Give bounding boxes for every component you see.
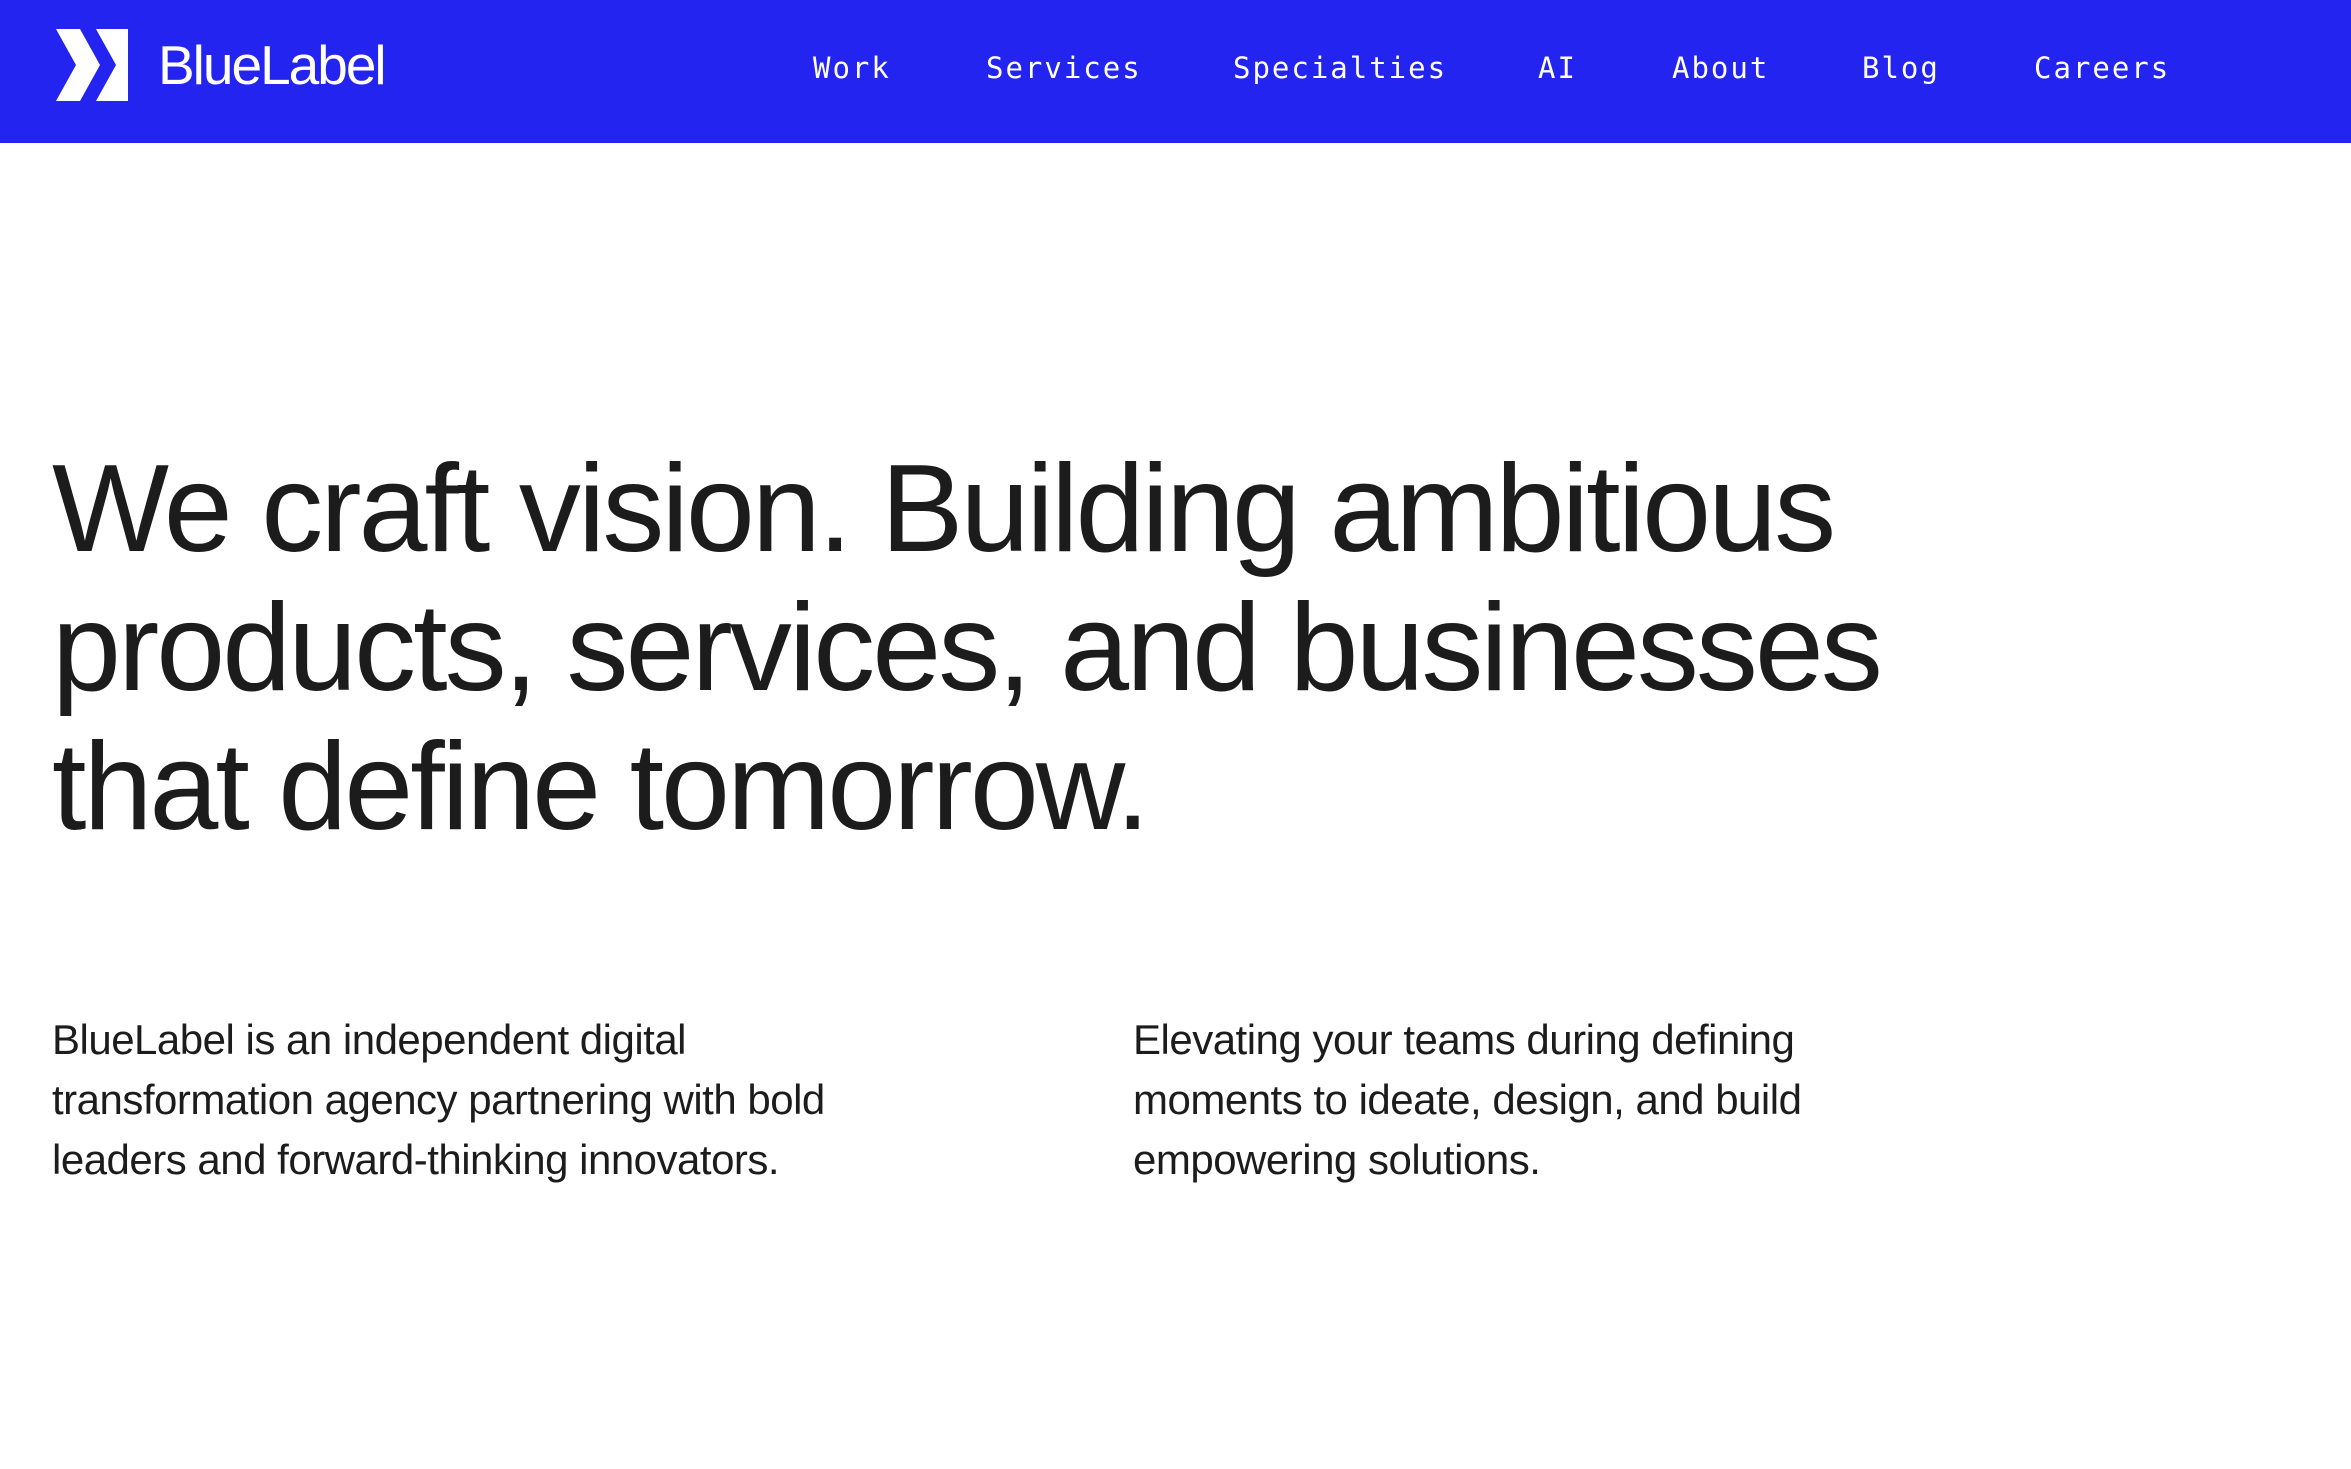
nav-item-ai[interactable]: AI xyxy=(1538,48,1577,88)
intro-right-line: Elevating your teams during defining xyxy=(1133,1016,1795,1063)
nav-item-about[interactable]: About xyxy=(1672,48,1769,88)
intro-left-line: transformation agency partnering with bo… xyxy=(52,1076,825,1123)
nav-item-services[interactable]: Services xyxy=(986,48,1142,88)
nav-item-careers[interactable]: Careers xyxy=(2034,48,2170,88)
intro-value-proposition: Elevating your teams during defining mom… xyxy=(1133,1010,2033,1190)
nav-item-work[interactable]: Work xyxy=(813,48,891,88)
intro-left-line: leaders and forward-thinking innovators. xyxy=(52,1136,780,1183)
hero-headline-line: We craft vision. Building ambitious xyxy=(52,440,1836,578)
intro-right-line: empowering solutions. xyxy=(1133,1136,1541,1183)
intro-agency-description: BlueLabel is an independent digital tran… xyxy=(52,1010,952,1190)
hero-headline: We craft vision. Building ambitious prod… xyxy=(52,440,2152,857)
intro-right-line: moments to ideate, design, and build xyxy=(1133,1076,1802,1123)
nav-item-blog[interactable]: Blog xyxy=(1862,48,1940,88)
nav-item-specialties[interactable]: Specialties xyxy=(1233,48,1447,88)
site-header: BlueLabel Work Services Specialties AI A… xyxy=(0,0,2351,143)
hero-headline-line: that define tomorrow. xyxy=(52,718,1150,856)
hero-headline-line: products, services, and businesses xyxy=(52,579,1883,717)
main-nav: Work Services Specialties AI About Blog … xyxy=(0,0,2351,143)
intro-left-line: BlueLabel is an independent digital xyxy=(52,1016,687,1063)
